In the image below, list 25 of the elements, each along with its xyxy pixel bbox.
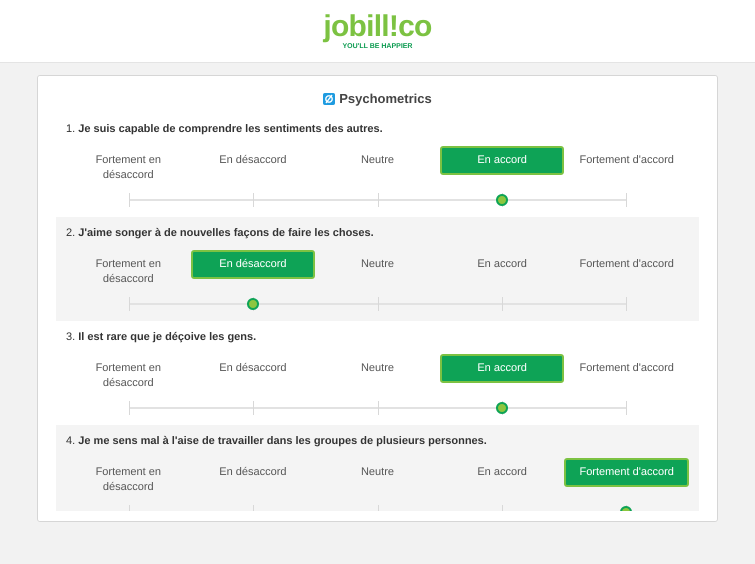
null-sign-icon [323,92,336,104]
answer-option[interactable]: Fortement en désaccord [66,354,191,398]
question-text: 1. Je suis capable de comprendre les sentiments des autres. [66,122,384,137]
question-text: 2. J'aime songer à de nouvelles façons de faire les choses. [66,226,375,241]
answer-option[interactable]: Neutre [315,146,440,174]
slider-thumb[interactable] [496,194,508,206]
answer-option[interactable]: En désaccord [190,146,316,174]
answer-option[interactable]: Fortement d'accord [564,146,689,174]
slider-thumb[interactable] [247,298,260,310]
answer-option[interactable]: En désaccord [190,354,316,382]
answer-option[interactable]: Fortement d'accord [564,354,689,382]
answer-option[interactable]: Neutre [315,354,440,382]
question-text: 4. Je me sens mal à l'aise de travailler dans les groupes de plusieurs personnes. [66,434,488,449]
answer-option[interactable]: Fortement d'accord [564,250,689,278]
question-text: 3. Il est rare que je déçoive les gens. [66,330,258,345]
answer-option[interactable]: En accord [440,250,564,278]
answer-option[interactable]: En accord [440,458,564,486]
slider-thumb[interactable] [496,402,508,414]
answer-option[interactable]: Neutre [315,458,440,486]
answer-option[interactable]: Fortement en désaccord [66,458,191,502]
panel-title: Psychometrics [339,90,432,108]
answer-option[interactable]: Fortement en désaccord [66,146,191,190]
answer-option[interactable]: Fortement en désaccord [66,250,191,294]
answer-option[interactable]: En désaccord [190,458,316,486]
answer-option[interactable]: Neutre [315,250,440,278]
